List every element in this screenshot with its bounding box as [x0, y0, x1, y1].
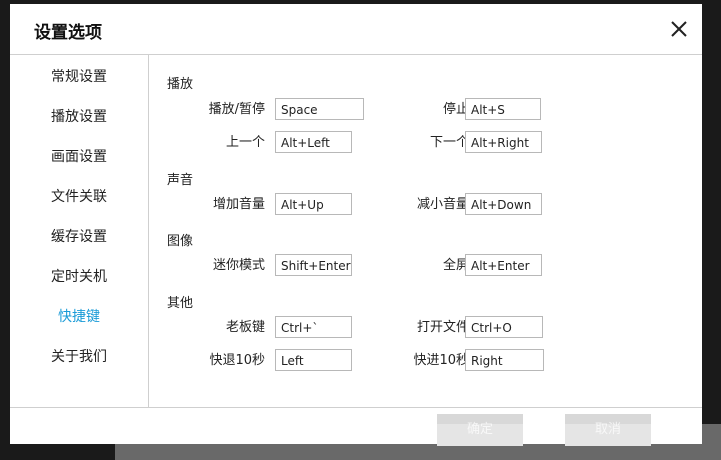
shortcuts-panel: 播放 播放/暂停 Space 停止 Alt+S 上一个 Alt+Left 下一个… [149, 55, 702, 407]
fullscreen-key-field[interactable]: Alt+Enter [465, 254, 542, 276]
open-file-label: 打开文件 [416, 320, 469, 335]
mini-mode-key-field[interactable]: Shift+Enter [275, 254, 352, 276]
sidebar-item-display[interactable]: 画面设置 [10, 145, 148, 169]
sidebar-item-general[interactable]: 常规设置 [10, 65, 148, 89]
dialog-titlebar: 设置选项 [10, 4, 702, 55]
fullscreen-label: 全屏 [442, 258, 469, 273]
stop-key-field[interactable]: Alt+S [465, 98, 541, 120]
vol-up-label: 增加音量 [212, 197, 265, 212]
section-image-heading: 图像 [167, 234, 194, 249]
sidebar-item-timed-shutdown[interactable]: 定时关机 [10, 265, 148, 289]
boss-key-label: 老板键 [225, 320, 265, 335]
prev-key-field[interactable]: Alt+Left [275, 131, 352, 153]
sidebar-item-playback[interactable]: 播放设置 [10, 105, 148, 129]
section-other-heading: 其他 [167, 296, 194, 311]
open-file-key-field[interactable]: Ctrl+O [465, 316, 543, 338]
sidebar-item-file-association[interactable]: 文件关联 [10, 185, 148, 209]
rewind-10s-key-field[interactable]: Left [275, 349, 352, 371]
mini-mode-label: 迷你模式 [212, 258, 265, 273]
stop-label: 停止 [442, 102, 469, 117]
vol-down-key-field[interactable]: Alt+Down [465, 193, 542, 215]
forward-10s-key-field[interactable]: Right [465, 349, 544, 371]
sidebar-item-cache[interactable]: 缓存设置 [10, 225, 148, 249]
boss-key-field[interactable]: Ctrl+` [275, 316, 352, 338]
sidebar-item-shortcuts[interactable]: 快捷键 [10, 305, 148, 329]
settings-dialog: 设置选项 常规设置 播放设置 画面设置 文件关联 缓存设置 定时关机 快捷键 关… [10, 4, 702, 446]
section-sound-heading: 声音 [167, 173, 194, 188]
close-icon[interactable] [666, 16, 692, 42]
next-key-field[interactable]: Alt+Right [465, 131, 542, 153]
overlay-strip [115, 424, 721, 460]
rewind-10s-label: 快退10秒 [209, 353, 265, 368]
forward-10s-label: 快进10秒 [413, 353, 469, 368]
settings-sidebar: 常规设置 播放设置 画面设置 文件关联 缓存设置 定时关机 快捷键 关于我们 [10, 55, 149, 407]
vol-up-key-field[interactable]: Alt+Up [275, 193, 352, 215]
vol-down-label: 减小音量 [416, 197, 469, 212]
sidebar-item-about[interactable]: 关于我们 [10, 345, 148, 369]
play-pause-label: 播放/暂停 [208, 102, 265, 117]
section-playback-heading: 播放 [167, 77, 194, 92]
dialog-title: 设置选项 [34, 23, 102, 43]
prev-label: 上一个 [225, 135, 265, 150]
next-label: 下一个 [429, 135, 469, 150]
